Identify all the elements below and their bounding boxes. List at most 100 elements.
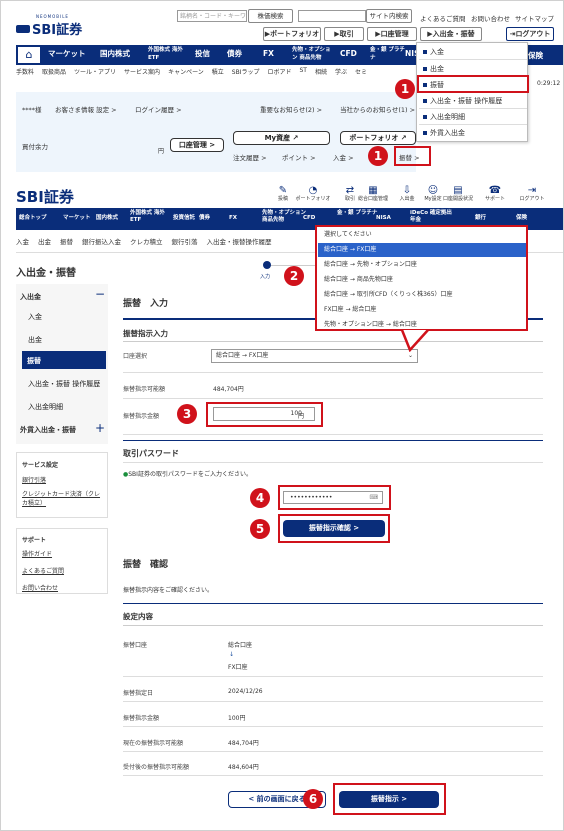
nav2-item[interactable]: 外国株式 海外ETF (130, 210, 174, 224)
sub-nav-item[interactable]: セミ (355, 67, 367, 79)
trade-button[interactable]: ▶取引 (324, 27, 364, 41)
header-icon-8[interactable]: ⇥ ログアウト (513, 186, 551, 203)
dropdown-option-0[interactable]: 選択してください (318, 228, 526, 242)
divider (123, 625, 543, 626)
sub-nav-item[interactable]: 相続 (315, 67, 327, 79)
my-assets-button[interactable]: My資産 ↗ (233, 131, 330, 145)
sidebar-item-deposit[interactable]: 入金 (28, 312, 42, 322)
account-button[interactable]: ▶口座管理 (367, 27, 417, 41)
sidebar-item-statement[interactable]: 入出金明細 (28, 402, 63, 412)
arrow-down-icon: ↓ (229, 651, 235, 658)
dropdown-option-3[interactable]: 総合口座 → 商品先物口座 (318, 273, 526, 287)
nav2-item[interactable]: 総合トップ (19, 215, 63, 222)
sidebar-foreign[interactable]: 外貨入出金・振替 (20, 425, 76, 435)
highlight-transfer-menu (417, 75, 529, 93)
nav2-item[interactable]: 先物・オプション 商品先物 (262, 210, 306, 224)
portfolio-info-button[interactable]: ポートフォリオ ↗ (340, 131, 416, 145)
dropdown-option-4[interactable]: 総合口座 → 取引所CFD（くりっく株365）口座 (318, 288, 526, 302)
guide-link[interactable]: 操作ガイド (22, 549, 52, 558)
header-icon-1[interactable]: ◔ ポートフォリオ (294, 186, 332, 203)
site-search-input[interactable] (298, 10, 366, 22)
notice-link[interactable]: 当社からのお知らせ(1) > (340, 104, 415, 114)
sub-nav2-item[interactable]: 銀行振込入金 (82, 236, 121, 248)
sub-nav-item[interactable]: SBIラップ (232, 67, 260, 79)
sub-nav2-item[interactable]: クレカ積立 (130, 236, 163, 248)
nav-item[interactable]: 債券 (227, 50, 267, 58)
sub-nav2-item[interactable]: 振替 (60, 236, 73, 248)
faq-link[interactable]: よくあるご質問 (420, 13, 466, 23)
nav-item[interactable]: 外国株式 海外ETF (148, 46, 188, 62)
contact-side-link[interactable]: お問い合わせ (22, 583, 58, 592)
collapse-icon[interactable]: − (95, 287, 105, 301)
sub-nav-item[interactable]: 積立 (212, 67, 224, 79)
header-icon-3[interactable]: ▦ 総合口座管理 (354, 186, 392, 203)
user-name: ****様 (22, 106, 42, 114)
deposit-transfer-button[interactable]: ▶入出金・振替 (420, 27, 482, 41)
logo-2[interactable]: SBI証券 (16, 186, 74, 207)
deposit-info-link[interactable]: 入金 > (333, 152, 354, 162)
confirm-value: 2024/12/26 (228, 688, 263, 695)
sub-nav2-item[interactable]: 入出金・振替操作履歴 (207, 236, 272, 248)
transfer-type-select[interactable]: 総合口座 → FX口座 ⌄ (211, 349, 418, 363)
menu-item-4[interactable]: 入出金明細 (419, 110, 527, 125)
menu-item-5[interactable]: 外貨入出金 (419, 126, 527, 141)
sub-nav2-item[interactable]: 銀行引落 (172, 236, 198, 248)
bank-debit-link[interactable]: 銀行引落 (22, 475, 46, 484)
nav2-item[interactable]: 保険 (516, 215, 560, 222)
sidebar-item-history[interactable]: 入出金・振替 操作履歴 (28, 379, 100, 389)
order-history-link[interactable]: 注文履歴 > (233, 152, 267, 162)
nav-insurance[interactable]: 保険 (528, 50, 543, 61)
sub-nav2-item[interactable]: 入金 (16, 236, 29, 248)
sub-nav2-item[interactable]: 出金 (38, 236, 51, 248)
search-input[interactable]: 銘柄名・コード・キーワード (177, 10, 247, 22)
sub-nav-item[interactable]: 手数料 (16, 67, 34, 79)
nav-item[interactable]: 金・銀 プラチナ (370, 46, 410, 62)
sub-nav-item[interactable]: ツール・アプリ (74, 67, 116, 79)
dropdown-option-1[interactable]: 総合口座 → FX口座 (318, 243, 526, 257)
logo-mark-icon (16, 24, 30, 33)
sub-nav-item[interactable]: 取扱商品 (42, 67, 66, 79)
portfolio-button[interactable]: ▶ポートフォリオ (263, 27, 321, 41)
important-notice-link[interactable]: 重要なお知らせ(2) > (260, 104, 322, 114)
services-title: サービス設定 (22, 462, 59, 469)
faq-side-link[interactable]: よくあるご質問 (22, 566, 64, 575)
sidebar-section[interactable]: 入出金 (20, 292, 41, 302)
sitemap-link[interactable]: サイトマップ (515, 13, 554, 23)
expand-icon[interactable]: + (95, 421, 105, 435)
stock-search-button[interactable]: 株価検索 (248, 9, 293, 23)
header-icon-7[interactable]: ☎ サポート (476, 186, 514, 203)
confirm-value: 484,604円 (228, 764, 259, 771)
login-history-link[interactable]: ログイン履歴 > (135, 104, 182, 114)
nav2-item[interactable]: 銀行 (475, 215, 519, 222)
header-glyph-icon: ▤ (453, 185, 463, 196)
dropdown-option-2[interactable]: 総合口座 → 先物・オプション口座 (318, 258, 526, 272)
nav-item[interactable]: 国内株式 (100, 50, 140, 58)
logo[interactable]: NEOMOBILE SBI証券 (16, 14, 96, 38)
sub-nav-item[interactable]: サービス案内 (124, 67, 160, 79)
customer-settings-link[interactable]: お客さま情報 設定 > (55, 104, 117, 114)
menu-item-0[interactable]: 入金 (419, 45, 527, 60)
sidebar-item-transfer[interactable]: 振替 (22, 351, 106, 369)
contact-link[interactable]: お問い合わせ (471, 13, 510, 23)
sub-nav-item[interactable]: ST (300, 67, 307, 79)
dropdown-option-5[interactable]: FX口座 → 総合口座 (318, 303, 526, 317)
header-icon-6[interactable]: ▤ 口座開設状況 (439, 185, 477, 203)
sub-nav-item[interactable]: キャンペーン (168, 67, 204, 79)
nav2-item[interactable]: 金・銀 プラチナ (337, 210, 381, 217)
nav-item[interactable]: 先物・オプション 商品先物 (292, 46, 332, 62)
menu-item-3[interactable]: 入出金・振替 操作履歴 (419, 94, 527, 109)
credit-card-link[interactable]: クレジットカード決済（クレカ積立） (22, 490, 102, 508)
confirm-section-title: 設定内容 (123, 612, 153, 621)
logout-button[interactable]: ⇥ログアウト (506, 27, 554, 41)
nav-item[interactable]: マーケット (48, 50, 88, 58)
sub-nav-item[interactable]: 学ぶ (335, 67, 347, 79)
account-management-button[interactable]: 口座管理 > (170, 138, 224, 152)
nav2-item[interactable]: iDeCo 確定拠出年金 (410, 210, 454, 224)
site-search-button[interactable]: サイト内検索 (366, 9, 412, 23)
sub-nav-item[interactable]: ロボアド (267, 67, 291, 79)
sidebar-item-withdraw[interactable]: 出金 (28, 335, 42, 345)
step-marker-2: 2 (284, 266, 304, 286)
point-link[interactable]: ポイント > (282, 152, 316, 162)
square-icon (423, 115, 427, 119)
home-icon[interactable]: ⌂ (16, 45, 42, 65)
